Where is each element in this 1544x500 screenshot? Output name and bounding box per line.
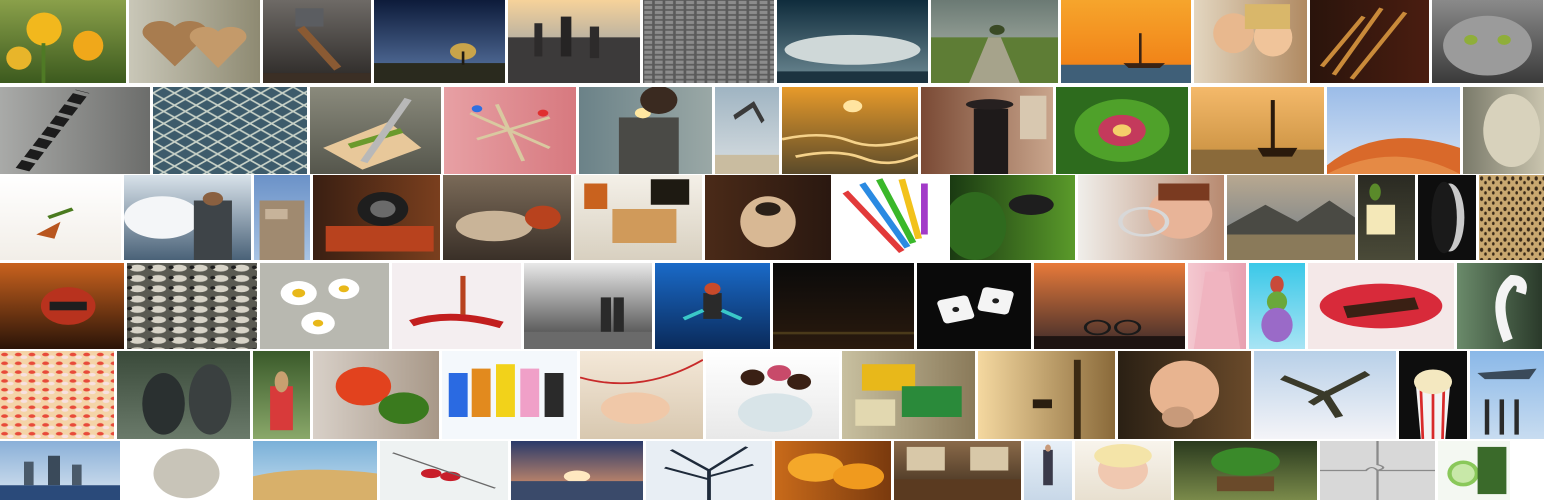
mosaic-row	[0, 351, 1544, 439]
photo-motorcycle-helmet-rider	[0, 263, 124, 349]
photo-military-parade	[1470, 351, 1544, 439]
photo-cucumber-slices	[1438, 441, 1510, 500]
photo-typeset-letters	[643, 0, 774, 83]
photo-cafe-interior	[894, 441, 1021, 500]
photo-sailing-ship-sunset	[1061, 0, 1191, 83]
photo-hammer	[263, 0, 371, 83]
photo-scuba-diver	[655, 263, 770, 349]
photo-woman-with-hat-on-stairs	[921, 87, 1053, 174]
photo-mountain-valley	[1227, 175, 1355, 260]
photo-desert-dunes	[253, 441, 377, 500]
photo-colored-pencils	[834, 175, 947, 260]
photo-tree-on-field-path	[931, 0, 1058, 83]
photo-city-skyline-sunset	[508, 0, 640, 83]
photo-chain-link-fence	[153, 87, 307, 174]
photo-vintage-camera	[313, 175, 440, 260]
photo-flock-of-sheep	[127, 263, 257, 349]
photo-wheat-ears	[1310, 0, 1429, 83]
photo-deer-in-misty-forest	[978, 351, 1115, 439]
photo-woman-with-sparkler	[579, 87, 712, 174]
photo-marble-statue	[123, 441, 250, 500]
photo-sandwich-with-caliper	[310, 87, 441, 174]
mosaic-row	[0, 87, 1544, 174]
photo-tree-on-stump	[1174, 441, 1317, 500]
photo-popcorn	[1399, 351, 1467, 439]
photo-two-women-whispering	[1194, 0, 1307, 83]
photo-skydiver	[1254, 351, 1396, 439]
photo-men-in-boat-splashing	[124, 175, 251, 260]
photo-mosaic	[0, 0, 1544, 500]
photo-toast-and-spreads	[574, 175, 702, 260]
photo-city-skyline-water	[0, 441, 120, 500]
photo-cheese-and-nuts	[1358, 175, 1415, 260]
mosaic-row	[0, 263, 1544, 349]
photo-puzzle-pieces	[1320, 441, 1435, 500]
photo-blonde-woman-portrait	[1075, 441, 1171, 500]
photo-butterfly-on-leaf	[950, 175, 1075, 260]
photo-leopard	[1479, 175, 1544, 260]
mosaic-row	[0, 175, 1544, 260]
photo-hands-sewing	[580, 351, 703, 439]
photo-girl-with-magnifier	[1078, 175, 1224, 260]
photo-stone-statues	[117, 351, 250, 439]
photo-pug-puppy	[705, 175, 831, 260]
photo-stacked-sea-urchins	[1249, 263, 1305, 349]
photo-red-chili-peppers	[392, 263, 521, 349]
photo-red-berries-on-snow	[380, 441, 508, 500]
photo-winding-river-sunset	[782, 87, 918, 174]
photo-dark-horizon	[773, 263, 914, 349]
photo-cat-face	[1432, 0, 1543, 83]
photo-bare-tree-branches	[646, 441, 772, 500]
photo-flower-petals	[0, 351, 114, 439]
photo-cake-pops-in-glass	[706, 351, 839, 439]
photo-chain-links	[0, 87, 150, 174]
photo-dog-in-costume	[253, 351, 310, 439]
photo-man-jumping-on-beach	[715, 87, 779, 174]
photo-orange-halves	[775, 441, 891, 500]
photo-thread-spools-and-needle	[442, 351, 577, 439]
photo-lips-biting-chocolate	[1308, 263, 1454, 349]
photo-tomato-and-parsley	[313, 351, 439, 439]
photo-red-desert-dune	[1327, 87, 1460, 174]
photo-woman-smiling	[1118, 351, 1251, 439]
photo-pink-dress	[1188, 263, 1246, 349]
photo-falling-leaf	[0, 175, 121, 260]
mosaic-row	[0, 0, 1544, 83]
photo-swan	[1457, 263, 1542, 349]
photo-daisies	[260, 263, 389, 349]
photo-couple-on-stormy-beach	[524, 263, 652, 349]
photo-lion-statue	[1463, 87, 1544, 174]
photo-woman-black-and-white	[1418, 175, 1476, 260]
photo-sunset-over-water	[511, 441, 643, 500]
photo-yellow-tulips	[0, 0, 126, 83]
mosaic-row	[0, 441, 1544, 500]
photo-tall-ship-sunset	[1191, 87, 1324, 174]
photo-sleeping-kittens	[443, 175, 571, 260]
photo-wooden-hearts	[129, 0, 260, 83]
photo-tree-under-night-sky	[374, 0, 505, 83]
photo-woman-walking	[1024, 441, 1072, 500]
photo-bicycle-silhouette-sunset	[1034, 263, 1185, 349]
photo-safety-pins-on-pink	[444, 87, 576, 174]
photo-dice	[917, 263, 1031, 349]
photo-green-kale	[1056, 87, 1188, 174]
photo-stormy-sky	[777, 0, 928, 83]
photo-stacked-stones	[254, 175, 310, 260]
photo-matchboxes	[842, 351, 975, 439]
